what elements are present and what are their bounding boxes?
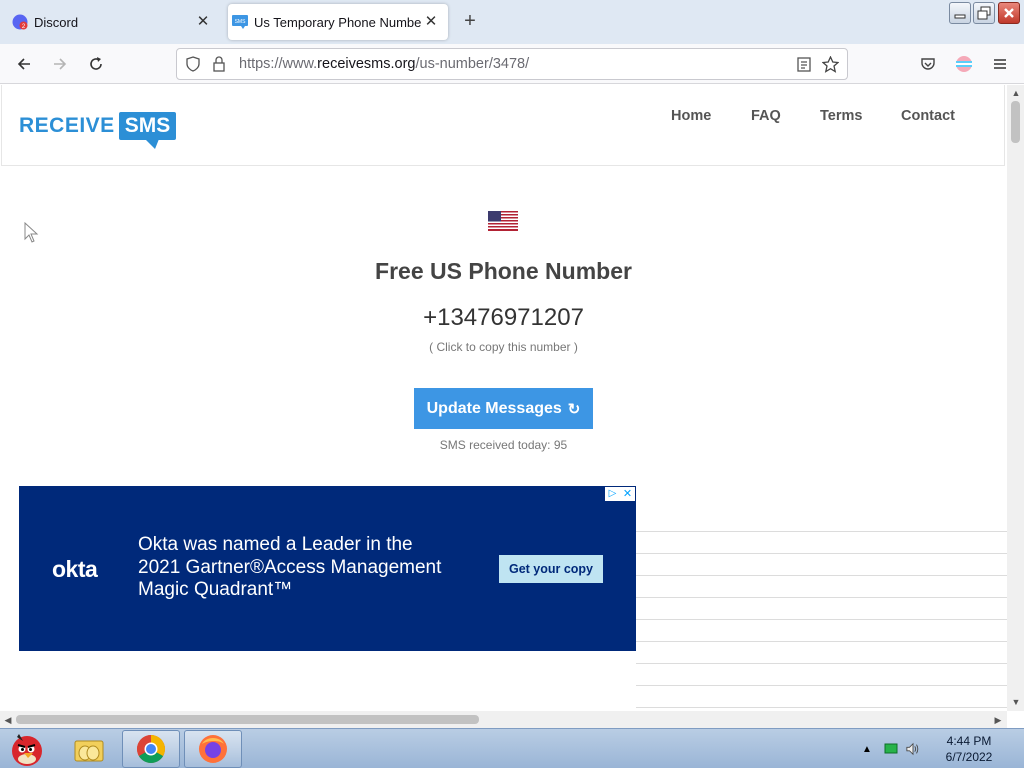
clock-date: 6/7/2022 [945,750,993,764]
address-bar[interactable]: https://www.receivesms.org/us-number/347… [176,48,848,80]
nav-link-terms[interactable]: Terms [820,108,862,124]
horizontal-scrollbar[interactable]: ◀ ▶ [0,711,1007,728]
copy-hint[interactable]: ( Click to copy this number ) [0,340,1007,354]
account-button[interactable] [952,52,976,76]
pocket-icon [921,58,935,70]
scroll-right-icon[interactable]: ▶ [991,713,1005,727]
vertical-scrollbar[interactable]: ▲ ▼ [1007,85,1024,711]
reader-view-icon[interactable] [797,57,811,77]
restore-button[interactable] [973,2,995,24]
chrome-icon [137,735,165,763]
refresh-icon: ↻ [567,400,581,418]
update-button-label: Update Messages [426,399,562,417]
svg-text:SMS: SMS [235,19,247,25]
close-icon [1004,8,1014,18]
angry-birds-icon [12,734,42,766]
firefox-icon [199,735,227,763]
advertisement-banner[interactable]: ▷ ✕ okta Okta was named a Leader in the … [19,486,636,651]
ad-headline: Okta was named a Leader in the 2021 Gart… [138,534,478,602]
minimize-button[interactable] [949,2,971,24]
minimize-icon [954,14,966,19]
url-domain: receivesms.org [317,56,416,72]
message-divider [636,685,1007,686]
ad-headline-line: Magic Quadrant™ [138,579,293,600]
site-logo[interactable]: RECEIVE SMS [19,106,177,149]
message-divider [636,641,1007,642]
logo-text-sms: SMS [118,112,177,149]
us-flag-icon [488,211,518,231]
tab-title: Us Temporary Phone Numbe [254,14,422,30]
page-title: Free US Phone Number [375,258,632,284]
nav-link-faq[interactable]: FAQ [751,108,781,124]
ad-close-icon[interactable]: ✕ [620,487,635,501]
tab-discord[interactable]: 2 Discord ✕ [8,4,220,40]
message-divider [636,707,1007,708]
scroll-down-icon[interactable]: ▼ [1009,695,1023,709]
message-divider [636,597,1007,598]
forward-button[interactable] [48,52,72,76]
close-window-button[interactable] [998,2,1020,24]
reload-icon [90,57,102,70]
tab-receivesms[interactable]: SMS Us Temporary Phone Numbe ✕ [228,4,448,40]
navigation-toolbar: https://www.receivesms.org/us-number/347… [0,44,1024,84]
bookmark-star-icon[interactable] [821,55,840,78]
hamburger-icon [994,59,1006,69]
close-tab-icon[interactable]: ✕ [422,13,440,31]
tab-title: Discord [34,14,79,30]
scroll-left-icon[interactable]: ◀ [1,713,15,727]
page-viewport: RECEIVE SMS Home FAQ Terms Contact Free … [0,85,1007,711]
url-path: /us-number/3478/ [415,56,530,72]
close-tab-icon[interactable]: ✕ [194,13,212,31]
taskbar-chrome[interactable] [122,730,180,768]
start-button[interactable] [2,730,52,768]
tracking-protection-icon[interactable] [185,56,201,77]
message-divider [636,575,1007,576]
clock-time: 4:44 PM [946,734,992,748]
site-header: RECEIVE SMS Home FAQ Terms Contact [1,85,1005,166]
ad-headline-line: Okta was named a Leader in the [138,534,413,555]
plus-icon: + [464,10,476,32]
message-divider [636,619,1007,620]
taskbar-firefox[interactable] [184,730,242,768]
menu-button[interactable] [988,52,1012,76]
discord-icon: 2 [12,14,28,30]
restore-icon [977,6,991,20]
url-text[interactable]: https://www.receivesms.org/us-number/347… [239,56,529,72]
nav-link-home[interactable]: Home [671,108,711,124]
message-divider [636,663,1007,664]
message-divider [636,553,1007,554]
reload-button[interactable] [84,52,108,76]
mouse-cursor-icon [24,222,39,243]
lock-icon[interactable] [212,56,226,77]
ad-headline-line: 2021 Gartner®Access Management [138,556,442,578]
taskbar-explorer[interactable] [60,730,118,768]
account-avatar-icon [956,56,972,72]
taskbar: ▲ 4:44 PM 6/7/2022 [0,728,1024,768]
nav-link-contact[interactable]: Contact [901,108,955,124]
horizontal-scroll-thumb[interactable] [16,715,479,724]
tab-strip: 2 Discord ✕ SMS Us Temporary Phone Numbe… [0,0,1024,44]
new-tab-button[interactable]: + [458,10,482,34]
system-clock[interactable]: 4:44 PM 6/7/2022 [936,733,1002,765]
show-hidden-icons-icon[interactable]: ▲ [860,742,874,756]
pocket-button[interactable] [916,52,940,76]
phone-number[interactable]: +13476971207 [0,304,1007,332]
back-button[interactable] [12,52,36,76]
folder-icon [74,740,104,762]
vertical-scroll-thumb[interactable] [1011,101,1020,143]
network-icon[interactable] [884,742,898,756]
logo-text-receive: RECEIVE [19,114,115,137]
arrow-right-icon [54,58,67,70]
update-messages-button[interactable]: Update Messages ↻ [414,388,593,429]
ad-choices-icon[interactable]: ▷ [605,487,620,501]
okta-logo: okta [52,556,98,582]
message-divider [636,531,1007,532]
arrow-left-icon [17,58,30,70]
ad-cta-button[interactable]: Get your copy [499,555,603,583]
url-prefix: https://www. [239,56,318,72]
receivesms-icon: SMS [232,14,248,30]
sms-received-count: SMS received today: 95 [439,438,568,452]
volume-icon[interactable] [906,742,920,756]
scroll-up-icon[interactable]: ▲ [1009,86,1023,100]
